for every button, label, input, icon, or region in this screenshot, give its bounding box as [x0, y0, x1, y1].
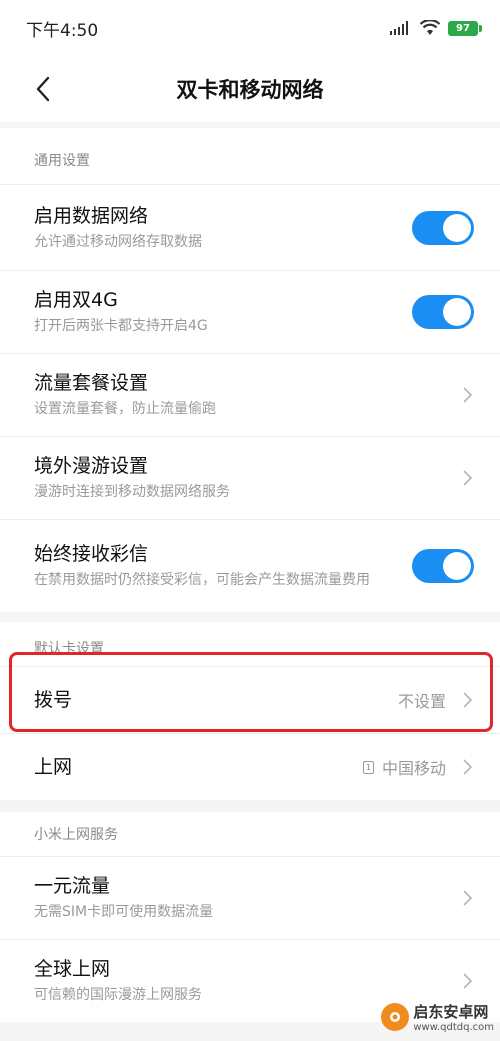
dial-value-text: 不设置 — [397, 692, 446, 711]
section-general: 通用设置 启用数据网络 允许通过移动网络存取数据 启用双4G 打开后两张卡都支持… — [0, 128, 500, 612]
row-mms[interactable]: 始终接收彩信 在禁用数据时仍然接受彩信，可能会产生数据流量费用 — [0, 519, 500, 612]
row-text: 流量套餐设置 设置流量套餐，防止流量偷跑 — [34, 370, 466, 420]
watermark-logo-icon — [381, 1003, 410, 1031]
wifi-icon — [420, 20, 440, 35]
chevron-right-icon — [460, 759, 474, 775]
row-one-yuan-data[interactable]: 一元流量 无需SIM卡即可使用数据流量 — [0, 856, 500, 939]
row-text: 启用双4G 打开后两张卡都支持开启4G — [34, 287, 466, 337]
page-title: 双卡和移动网络 — [176, 78, 324, 102]
internet-value-text: 中国移动 — [381, 759, 446, 778]
row-text: 启用数据网络 允许通过移动网络存取数据 — [34, 203, 466, 253]
internet-value: 1 中国移动 — [362, 755, 446, 779]
watermark: 启东安卓网 www.qdtdq.com — [381, 1001, 494, 1033]
row-text: 全球上网 可信赖的国际漫游上网服务 — [34, 956, 466, 1006]
section-header-mi-service: 小米上网服务 — [34, 827, 118, 843]
chevron-right-icon — [460, 387, 474, 403]
row-subtitle: 打开后两张卡都支持开启4G — [34, 318, 208, 334]
watermark-name: 启东安卓网 — [413, 1003, 489, 1021]
row-subtitle: 漫游时连接到移动数据网络服务 — [34, 484, 230, 500]
chevron-right-icon — [460, 470, 474, 486]
chevron-right-icon — [460, 692, 474, 708]
row-text: 始终接收彩信 在禁用数据时仍然接受彩信，可能会产生数据流量费用 — [34, 541, 466, 591]
status-bar: 下午4:50 97 — [0, 0, 500, 56]
section-header-default-card: 默认卡设置 — [34, 641, 104, 657]
mms-toggle[interactable] — [412, 549, 474, 583]
status-icons: 97 — [390, 20, 482, 36]
toggle-knob — [443, 213, 471, 242]
row-text: 一元流量 无需SIM卡即可使用数据流量 — [34, 873, 466, 923]
section-header-general: 通用设置 — [34, 153, 90, 169]
chevron-left-icon — [36, 76, 50, 102]
watermark-url: www.qdtdq.com — [413, 1022, 494, 1033]
row-title: 一元流量 — [34, 875, 111, 897]
row-enable-data[interactable]: 启用数据网络 允许通过移动网络存取数据 — [0, 184, 500, 270]
enable-data-toggle[interactable] — [412, 210, 474, 245]
chevron-right-icon — [460, 890, 474, 906]
toggle-knob — [443, 552, 471, 580]
row-roaming[interactable]: 境外漫游设置 漫游时连接到移动数据网络服务 — [0, 436, 500, 519]
row-text: 境外漫游设置 漫游时连接到移动数据网络服务 — [34, 453, 466, 503]
title-bar: 双卡和移动网络 — [0, 56, 500, 122]
row-subtitle: 在禁用数据时仍然接受彩信，可能会产生数据流量费用 — [34, 572, 370, 588]
section-default-card: 默认卡设置 拨号 不设置 上网 1 中国移动 — [0, 622, 500, 800]
row-subtitle: 设置流量套餐，防止流量偷跑 — [34, 401, 216, 417]
watermark-text: 启东安卓网 www.qdtdq.com — [413, 1001, 494, 1033]
row-subtitle: 允许通过移动网络存取数据 — [34, 233, 202, 250]
signal-icon — [390, 21, 408, 35]
back-button[interactable] — [26, 72, 60, 106]
row-title: 始终接收彩信 — [34, 543, 149, 565]
row-data-plan[interactable]: 流量套餐设置 设置流量套餐，防止流量偷跑 — [0, 353, 500, 436]
row-title: 启用双4G — [34, 289, 118, 311]
row-title: 境外漫游设置 — [34, 455, 149, 477]
chevron-right-icon — [460, 973, 474, 989]
row-subtitle: 无需SIM卡即可使用数据流量 — [34, 904, 214, 920]
row-title: 启用数据网络 — [34, 204, 149, 227]
battery-level: 97 — [456, 22, 470, 34]
row-title: 流量套餐设置 — [34, 372, 149, 394]
dual-4g-toggle[interactable] — [412, 295, 474, 329]
row-title: 全球上网 — [34, 958, 111, 980]
row-internet[interactable]: 上网 1 中国移动 — [0, 733, 500, 800]
sim-icon: 1 — [362, 760, 374, 774]
battery-icon: 97 — [448, 20, 482, 36]
dial-value: 不设置 — [398, 688, 446, 712]
row-dual-4g[interactable]: 启用双4G 打开后两张卡都支持开启4G — [0, 270, 500, 353]
status-time: 下午4:50 — [26, 20, 99, 41]
row-dial[interactable]: 拨号 不设置 — [0, 666, 500, 733]
section-mi-service: 小米上网服务 一元流量 无需SIM卡即可使用数据流量 全球上网 可信赖的国际漫游… — [0, 812, 500, 1022]
toggle-knob — [443, 298, 471, 326]
